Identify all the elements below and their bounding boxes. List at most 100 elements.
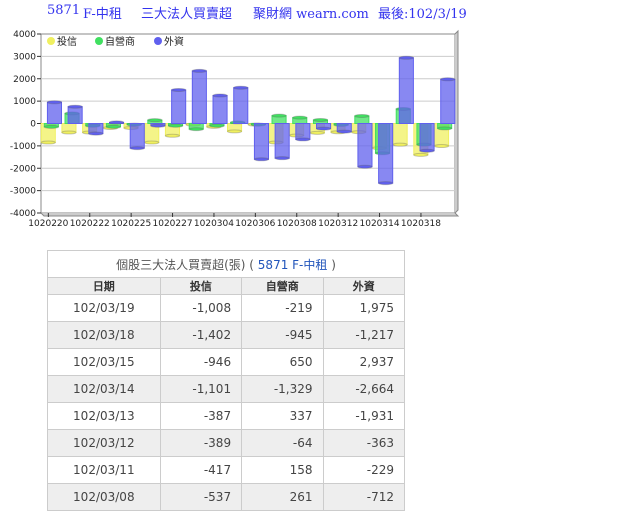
bar-cap	[253, 157, 269, 162]
plot-frame-3d	[454, 29, 459, 214]
table-row: 102/03/08 -537 261 -712	[47, 483, 406, 511]
bar-cap	[336, 129, 352, 134]
table-row: 102/03/15 -946 650 2,937	[47, 348, 406, 376]
table-cell: 102/03/19	[47, 294, 161, 322]
table-row: 102/03/18 -1,402 -945 -1,217	[47, 321, 406, 349]
bar-cap	[398, 55, 414, 60]
bar-cap	[392, 142, 408, 147]
y-tick-label: 0	[30, 120, 36, 130]
table-cell: -64	[241, 429, 324, 457]
table-cell: 102/03/11	[47, 456, 161, 484]
bar-cap	[378, 181, 394, 186]
bar-cap	[274, 156, 290, 161]
x-tick-label: 1020225	[111, 219, 151, 229]
bar-cap	[150, 123, 166, 128]
table-cell: 1,975	[322, 294, 406, 322]
table-cell: -1,931	[322, 402, 406, 430]
y-tick-label: -3000	[10, 187, 36, 197]
bar-外資	[46, 101, 62, 125]
plot-frame-3d	[40, 212, 460, 217]
table-cell: 2,937	[322, 348, 406, 376]
bar-外資	[357, 123, 373, 168]
bar-cap	[316, 126, 332, 131]
bar-cap	[147, 118, 163, 123]
bar-外資	[440, 78, 456, 124]
table-cell: 337	[241, 402, 324, 430]
bar-投信	[392, 123, 408, 146]
x-tick-label: 1020222	[70, 219, 110, 229]
site-name: 聚財網 wearn.com	[253, 7, 369, 22]
bar-cap	[309, 130, 325, 135]
table-row: 102/03/13 -387 337 -1,931	[47, 402, 406, 430]
bar-cap	[292, 115, 308, 120]
bar-外資	[191, 70, 207, 124]
bar-外資	[378, 123, 394, 184]
y-tick-label: 1000	[13, 97, 36, 107]
table-cell: -389	[159, 429, 243, 457]
bar-cap	[129, 146, 145, 151]
table-cell: -1,101	[159, 375, 243, 403]
bar-外資	[67, 106, 83, 124]
legend-marker	[154, 37, 162, 45]
bar-外資	[419, 123, 435, 152]
table-cell: -712	[322, 483, 406, 511]
bar-cap	[295, 137, 311, 142]
bar-cap	[171, 87, 187, 92]
table-cell: 102/03/14	[47, 375, 161, 403]
table-row: 102/03/19 -1,008 -219 1,975	[47, 294, 406, 322]
bar-cap	[357, 164, 373, 169]
table-cell: -1,217	[322, 321, 406, 349]
last-date: 最後:102/3/19	[378, 7, 467, 22]
bar-cap	[43, 124, 59, 129]
table-cell: -1,329	[241, 375, 324, 403]
y-tick-label: 2000	[13, 75, 36, 85]
bar-外資	[171, 89, 187, 124]
table-cell: 650	[241, 348, 324, 376]
bar-cap	[413, 152, 429, 157]
bar-cap	[188, 127, 204, 132]
x-tick-label: 1020304	[194, 219, 234, 229]
bar-cap	[227, 129, 243, 134]
table-cell: -363	[322, 429, 406, 457]
table-cell: -1,008	[159, 294, 243, 322]
bar-cap	[233, 85, 249, 90]
bar-cap	[209, 123, 225, 128]
bar-cap	[271, 113, 287, 118]
table-cell: -417	[159, 456, 243, 484]
bar-外資	[398, 57, 414, 125]
table-row: 102/03/12 -389 -64 -363	[47, 429, 406, 457]
table-cell: -945	[241, 321, 324, 349]
bar-cap	[434, 144, 450, 149]
x-tick-label: 1020220	[28, 219, 68, 229]
bar-外資	[253, 123, 269, 160]
x-tick-label: 1020306	[235, 219, 275, 229]
bar-cap	[109, 120, 125, 125]
bar-外資	[295, 123, 311, 140]
bar-外資	[129, 123, 145, 149]
table-cell: -1,402	[159, 321, 243, 349]
x-tick-label: 1020314	[360, 219, 400, 229]
institutional-chart: 40003000200010000-1000-2000-3000-4000102…	[10, 29, 460, 229]
x-tick-label: 1020312	[318, 219, 358, 229]
y-tick-label: 3000	[13, 52, 36, 62]
table-cell: 102/03/08	[47, 483, 161, 511]
table-cell: 102/03/15	[47, 348, 161, 376]
y-tick-label: 4000	[13, 30, 36, 40]
x-tick-label: 1020318	[401, 219, 441, 229]
table-cell: 102/03/13	[47, 402, 161, 430]
bar-cap	[46, 100, 62, 105]
bar-cap	[105, 124, 121, 129]
bar-外資	[274, 123, 290, 159]
table-cell: -229	[322, 456, 406, 484]
table-row: 102/03/14 -1,101 -1,329 -2,664	[47, 375, 406, 403]
column-header: 投信	[159, 277, 243, 295]
bar-cap	[88, 131, 104, 136]
legend-label: 外資	[164, 36, 184, 48]
bar-cap	[354, 113, 370, 118]
institutional-table: 個股三大法人買賣超(張) ( 5871 F-中租 ) 日期 投信 自營商 外資 102…	[47, 250, 406, 511]
caption-stock-link[interactable]: 5871 F-中租	[258, 258, 328, 272]
bar-cap	[437, 126, 453, 131]
table-row: 102/03/11 -417 158 -229	[47, 456, 406, 484]
legend-label: 投信	[57, 35, 77, 48]
table-cell: 102/03/18	[47, 321, 161, 349]
